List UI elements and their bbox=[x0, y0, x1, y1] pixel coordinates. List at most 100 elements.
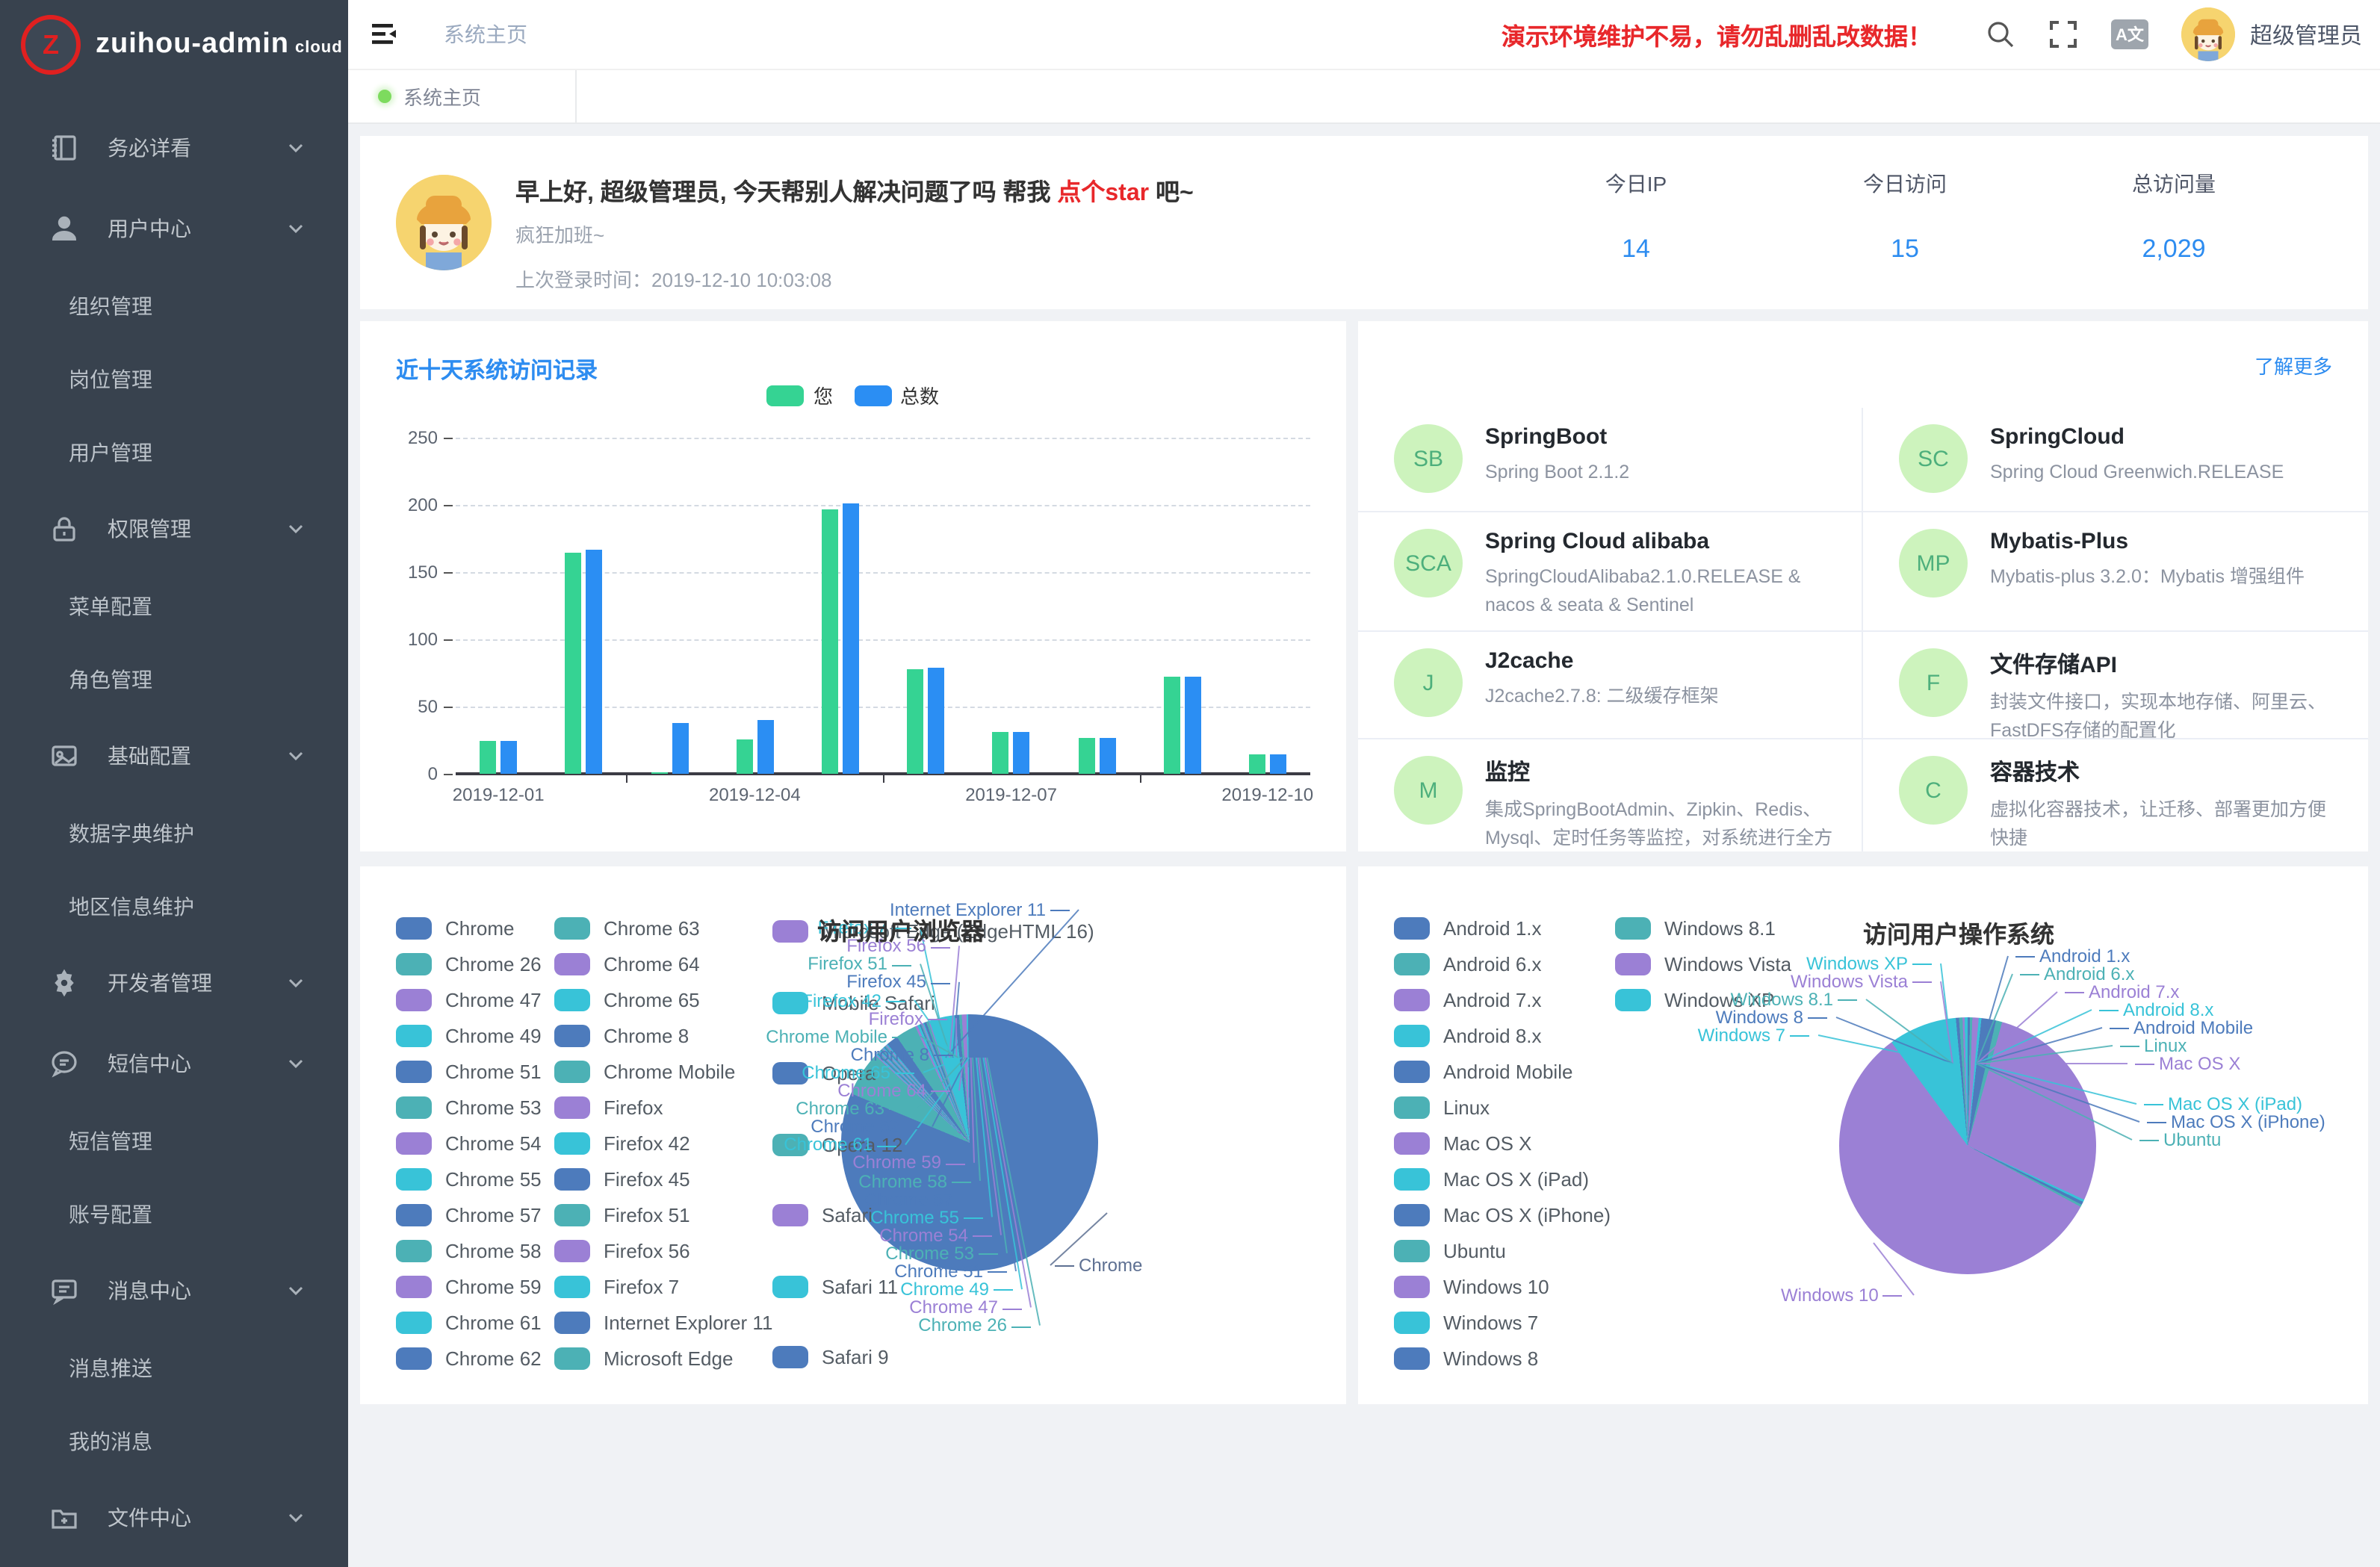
collapse-sidebar-icon[interactable] bbox=[369, 19, 399, 49]
bar-总数[interactable] bbox=[1270, 754, 1286, 774]
bar-您[interactable] bbox=[1249, 754, 1265, 774]
sidebar-subitem[interactable]: 消息推送 bbox=[0, 1331, 348, 1404]
browser-legend-item[interactable]: Chrome 55 bbox=[396, 1168, 542, 1191]
browser-legend-item[interactable]: Chrome 61 bbox=[396, 1312, 542, 1334]
sidebar-subitem[interactable]: 岗位管理 bbox=[0, 342, 348, 415]
os-legend-item[interactable]: Mac OS X (iPad) bbox=[1394, 1168, 1589, 1191]
bar-您[interactable] bbox=[480, 740, 496, 774]
bar-您[interactable] bbox=[565, 552, 582, 774]
sidebar-subitem[interactable]: 角色管理 bbox=[0, 642, 348, 716]
bar-您[interactable] bbox=[736, 739, 752, 774]
os-legend-item[interactable]: Windows 10 bbox=[1394, 1276, 1549, 1298]
os-legend-item[interactable]: Windows 8.1 bbox=[1615, 917, 1776, 940]
bar-您[interactable] bbox=[993, 732, 1009, 774]
bar-总数[interactable] bbox=[672, 723, 688, 774]
bar-您[interactable] bbox=[822, 509, 838, 774]
browser-legend-item[interactable]: Chrome 26 bbox=[396, 953, 542, 975]
tech-cell-文件存储API[interactable]: F文件存储API封装文件接口，实现本地存储、阿里云、FastDFS存储的配置化 bbox=[1863, 632, 2368, 739]
tech-cell-J2cache[interactable]: JJ2cacheJ2cache2.7.8: 二级缓存框架 bbox=[1358, 632, 1863, 739]
os-legend-item[interactable]: Mac OS X (iPhone) bbox=[1394, 1204, 1611, 1226]
browser-legend-item[interactable]: Chrome 59 bbox=[396, 1276, 542, 1298]
browser-legend-item[interactable]: Firefox 45 bbox=[554, 1168, 690, 1191]
sidebar-subitem[interactable]: 地区信息维护 bbox=[0, 869, 348, 943]
tech-cell-容器技术[interactable]: C容器技术虚拟化容器技术，让迁移、部署更加方便快捷 bbox=[1863, 739, 2368, 851]
os-legend-item[interactable]: Windows 8 bbox=[1394, 1347, 1538, 1370]
legend-item[interactable]: 您 bbox=[767, 381, 833, 409]
star-link[interactable]: 点个star bbox=[1057, 181, 1149, 206]
bar-总数[interactable] bbox=[1099, 737, 1115, 774]
os-legend-item[interactable]: Windows 7 bbox=[1394, 1312, 1538, 1334]
sidebar-subitem[interactable]: 数据字典维护 bbox=[0, 796, 348, 869]
os-legend-item[interactable]: Android Mobile bbox=[1394, 1061, 1572, 1083]
stat-value[interactable]: 15 bbox=[1770, 235, 2039, 264]
sidebar-item-6[interactable]: 短信中心 bbox=[0, 1023, 348, 1104]
current-user-name[interactable]: 超级管理员 bbox=[2250, 19, 2362, 50]
language-switch-icon[interactable]: A文 bbox=[2111, 19, 2148, 49]
browser-legend-item[interactable]: Internet Explorer 11 bbox=[554, 1312, 772, 1334]
browser-legend-item[interactable]: Firefox 7 bbox=[554, 1276, 679, 1298]
os-legend-item[interactable]: Ubuntu bbox=[1394, 1240, 1506, 1262]
sidebar-subitem[interactable]: 组织管理 bbox=[0, 269, 348, 342]
bar-总数[interactable] bbox=[1184, 677, 1200, 774]
bar-您[interactable] bbox=[1163, 677, 1180, 774]
bar-您[interactable] bbox=[907, 669, 923, 774]
sidebar-item-8[interactable]: 文件中心 bbox=[0, 1477, 348, 1558]
browser-legend-item[interactable]: Chrome 63 bbox=[554, 917, 700, 940]
browser-legend-item[interactable]: Firefox bbox=[554, 1096, 663, 1119]
browser-legend-item[interactable]: Chrome 49 bbox=[396, 1025, 542, 1047]
learn-more-link[interactable]: 了解更多 bbox=[2255, 351, 2332, 379]
sidebar-item-4[interactable]: 基础配置 bbox=[0, 716, 348, 796]
os-legend-item[interactable]: Linux bbox=[1394, 1096, 1490, 1119]
browser-legend-item[interactable]: Chrome 8 bbox=[554, 1025, 689, 1047]
browser-legend-item[interactable]: Firefox 42 bbox=[554, 1132, 690, 1155]
os-legend-item[interactable]: Windows Vista bbox=[1615, 953, 1791, 975]
legend-item[interactable]: 总数 bbox=[854, 381, 939, 409]
os-pie[interactable] bbox=[1839, 1017, 2096, 1274]
search-icon[interactable] bbox=[1986, 19, 2015, 49]
avatar[interactable] bbox=[2181, 7, 2235, 61]
browser-legend-item[interactable]: Safari 9 bbox=[772, 1346, 889, 1368]
sidebar-subitem[interactable]: 我的消息 bbox=[0, 1404, 348, 1477]
sidebar-subitem[interactable]: 账号配置 bbox=[0, 1177, 348, 1250]
brand-logo[interactable]: Z zuihou-admincloud bbox=[0, 0, 348, 90]
browser-legend-item[interactable]: Chrome 65 bbox=[554, 989, 700, 1011]
tab-home[interactable]: 系统主页 bbox=[348, 70, 577, 122]
browser-legend-item[interactable]: Chrome Mobile bbox=[554, 1061, 735, 1083]
bar-您[interactable] bbox=[1078, 737, 1094, 774]
bar-总数[interactable] bbox=[843, 503, 859, 774]
browser-legend-item[interactable]: Chrome 64 bbox=[554, 953, 700, 975]
bar-总数[interactable] bbox=[757, 720, 773, 774]
bar-总数[interactable] bbox=[501, 740, 517, 774]
stat-value[interactable]: 14 bbox=[1502, 235, 1770, 264]
bar-您[interactable] bbox=[651, 772, 667, 774]
browser-legend-item[interactable]: Firefox 51 bbox=[554, 1204, 690, 1226]
browser-legend-item[interactable]: Safari 11 bbox=[772, 1275, 898, 1297]
tech-cell-监控[interactable]: M监控集成SpringBootAdmin、Zipkin、Redis、Mysql、… bbox=[1358, 739, 1863, 851]
breadcrumb[interactable]: 系统主页 bbox=[444, 19, 527, 49]
stat-value[interactable]: 2,029 bbox=[2039, 235, 2308, 264]
browser-legend-item[interactable]: Chrome 62 bbox=[396, 1347, 542, 1370]
browser-legend-item[interactable]: Microsoft Edge bbox=[554, 1347, 733, 1370]
os-legend-item[interactable]: Android 6.x bbox=[1394, 953, 1542, 975]
os-legend-item[interactable]: Mac OS X bbox=[1394, 1132, 1532, 1155]
browser-legend-item[interactable]: Chrome 54 bbox=[396, 1132, 542, 1155]
sidebar-subitem[interactable]: 菜单配置 bbox=[0, 569, 348, 642]
browser-legend-item[interactable]: Chrome 47 bbox=[396, 989, 542, 1011]
browser-legend-item[interactable]: Chrome 58 bbox=[396, 1240, 542, 1262]
browser-legend-item[interactable]: Chrome bbox=[396, 917, 515, 940]
browser-legend-item[interactable]: Firefox 56 bbox=[554, 1240, 690, 1262]
browser-legend-item[interactable]: Chrome 51 bbox=[396, 1061, 542, 1083]
sidebar-item-3[interactable]: 权限管理 bbox=[0, 488, 348, 569]
bar-总数[interactable] bbox=[928, 668, 944, 774]
os-legend-item[interactable]: Android 1.x bbox=[1394, 917, 1542, 940]
os-legend-item[interactable]: Android 7.x bbox=[1394, 989, 1542, 1011]
tech-cell-Mybatis-Plus[interactable]: MPMybatis-PlusMybatis-plus 3.2.0：Mybatis… bbox=[1863, 512, 2368, 632]
sidebar-item-2[interactable]: 用户中心 bbox=[0, 188, 348, 269]
sidebar-subitem[interactable]: 用户管理 bbox=[0, 415, 348, 488]
tech-cell-Spring Cloud alibaba[interactable]: SCASpring Cloud alibabaSpringCloudAlibab… bbox=[1358, 512, 1863, 632]
browser-legend-item[interactable]: Safari bbox=[772, 1204, 873, 1226]
fullscreen-icon[interactable] bbox=[2048, 19, 2078, 49]
browser-legend-item[interactable]: Chrome 57 bbox=[396, 1204, 542, 1226]
browser-legend-item[interactable]: Chrome 53 bbox=[396, 1096, 542, 1119]
sidebar-item-7[interactable]: 消息中心 bbox=[0, 1250, 348, 1331]
